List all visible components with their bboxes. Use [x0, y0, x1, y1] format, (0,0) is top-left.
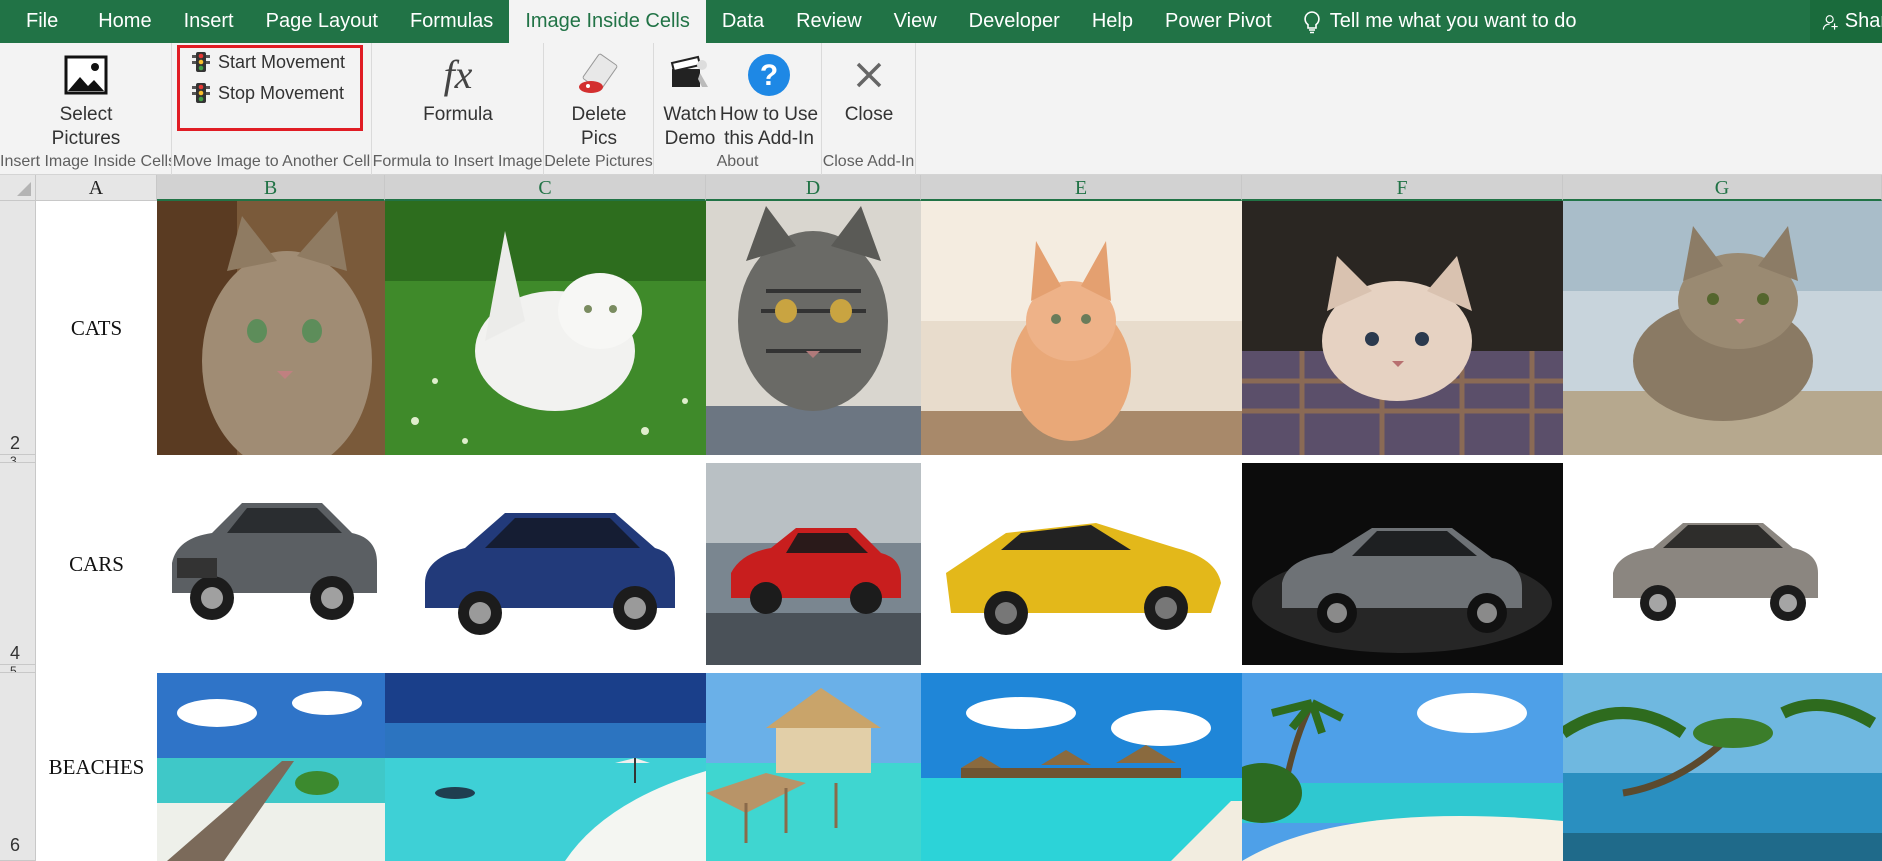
row-header-6[interactable]: 6	[0, 673, 36, 861]
row-header-3[interactable]: 3	[0, 455, 36, 463]
cat-image[interactable]	[706, 201, 921, 455]
column-header-f[interactable]: F	[1242, 175, 1563, 201]
picture-icon	[64, 55, 108, 95]
car-image[interactable]	[157, 463, 385, 665]
tab-formulas[interactable]: Formulas	[394, 0, 509, 43]
formula-button[interactable]: fx Formula	[408, 51, 508, 127]
delete-pics-label: Delete Pics	[571, 104, 627, 149]
eraser-icon	[579, 53, 618, 93]
tab-data[interactable]: Data	[706, 0, 780, 43]
group-about: Watch Demo ? How to Use this Add-In Abou…	[654, 43, 822, 175]
tell-me-label: Tell me what you want to do	[1329, 10, 1577, 32]
row-header-5[interactable]: 5	[0, 665, 36, 673]
tab-image-inside-cells[interactable]: Image Inside Cells	[509, 0, 706, 43]
tab-view[interactable]: View	[878, 0, 953, 43]
group-insert-image: Select Pictures Insert Image Inside Cell…	[0, 43, 172, 175]
row-header-4[interactable]: 4	[0, 463, 36, 665]
highlight-box	[177, 45, 363, 131]
beach-image[interactable]	[706, 673, 921, 861]
tab-insert[interactable]: Insert	[168, 0, 250, 43]
tab-developer[interactable]: Developer	[953, 0, 1076, 43]
formula-label: Formula	[423, 104, 493, 125]
cat-image[interactable]	[157, 201, 385, 455]
clapperboard-icon	[670, 55, 708, 87]
car-image[interactable]	[1563, 463, 1882, 665]
row-number: 4	[10, 643, 21, 663]
column-header-g[interactable]: G	[1563, 175, 1882, 201]
group-label-formula: Formula to Insert Image	[372, 153, 543, 170]
watch-demo-label: Watch Demo	[663, 104, 717, 149]
help-icon: ?	[748, 54, 790, 96]
group-label-move: Move Image to Another Cell	[172, 153, 371, 170]
person-icon	[1822, 14, 1838, 30]
excel-window: File Home Insert Page Layout Formulas Im…	[0, 0, 1882, 861]
group-label-about: About	[716, 153, 759, 170]
cat-image[interactable]	[1242, 201, 1563, 455]
close-label: Close	[844, 104, 894, 125]
tell-me-search[interactable]: Tell me what you want to do	[1302, 10, 1577, 34]
fx-icon: fx	[443, 52, 473, 97]
group-delete: Delete Pics Delete Pictures	[544, 43, 654, 175]
tab-page-layout[interactable]: Page Layout	[250, 0, 394, 43]
row-number: 6	[10, 835, 21, 855]
column-header-e[interactable]: E	[921, 175, 1242, 201]
close-icon	[856, 62, 882, 88]
lightbulb-icon	[1303, 10, 1320, 33]
cat-image[interactable]	[921, 201, 1242, 455]
group-label-insert: Insert Image Inside Cells	[0, 153, 171, 170]
beach-image[interactable]	[921, 673, 1242, 861]
menu-bar: File Home Insert Page Layout Formulas Im…	[0, 0, 1882, 43]
delete-pics-button[interactable]: Delete Pics	[554, 51, 644, 151]
group-close: Close Close Add-In	[822, 43, 916, 175]
car-image[interactable]	[706, 463, 921, 665]
share-button[interactable]: Share	[1810, 0, 1882, 43]
tab-home[interactable]: Home	[82, 0, 167, 43]
row-number: 3	[10, 455, 17, 463]
tab-review[interactable]: Review	[780, 0, 878, 43]
beach-image[interactable]	[157, 673, 385, 861]
column-header-a[interactable]: A	[36, 175, 157, 201]
tab-help[interactable]: Help	[1076, 0, 1149, 43]
how-to-use-label: How to Use this Add-In	[719, 104, 819, 149]
car-image[interactable]	[1242, 463, 1563, 665]
column-header-d[interactable]: D	[706, 175, 921, 201]
select-pictures-button[interactable]: Select Pictures	[36, 51, 136, 151]
beach-image[interactable]	[1242, 673, 1563, 861]
select-pictures-label: Select Pictures	[51, 104, 121, 149]
row-header-2[interactable]: 2	[0, 201, 36, 455]
cell-a4[interactable]: CARS	[36, 463, 157, 665]
car-image[interactable]	[921, 463, 1242, 665]
beach-image[interactable]	[1563, 673, 1882, 861]
column-header-b[interactable]: B	[157, 175, 385, 201]
ribbon: Select Pictures Insert Image Inside Cell…	[0, 43, 1882, 175]
close-addin-button[interactable]: Close	[829, 51, 909, 127]
cell-a2[interactable]: CATS	[36, 201, 157, 455]
share-label: Share	[1844, 10, 1882, 32]
group-label-close: Close Add-In	[822, 153, 915, 170]
cell-a6[interactable]: BEACHES	[36, 673, 157, 861]
tab-power-pivot[interactable]: Power Pivot	[1149, 0, 1288, 43]
cat-image[interactable]	[385, 201, 706, 455]
row-number: 5	[10, 665, 17, 673]
car-image[interactable]	[385, 463, 706, 665]
cat-image[interactable]	[1563, 201, 1882, 455]
select-all-corner[interactable]	[0, 175, 36, 201]
group-label-delete: Delete Pictures	[544, 153, 653, 170]
watch-demo-button[interactable]: Watch Demo	[658, 51, 722, 151]
how-to-use-button[interactable]: ? How to Use this Add-In	[718, 51, 820, 151]
beach-image[interactable]	[385, 673, 706, 861]
svg-text:?: ?	[760, 59, 778, 92]
group-formula: fx Formula Formula to Insert Image	[372, 43, 544, 175]
tab-file[interactable]: File	[0, 0, 82, 43]
column-header-c[interactable]: C	[385, 175, 706, 201]
row-number: 2	[10, 433, 21, 453]
